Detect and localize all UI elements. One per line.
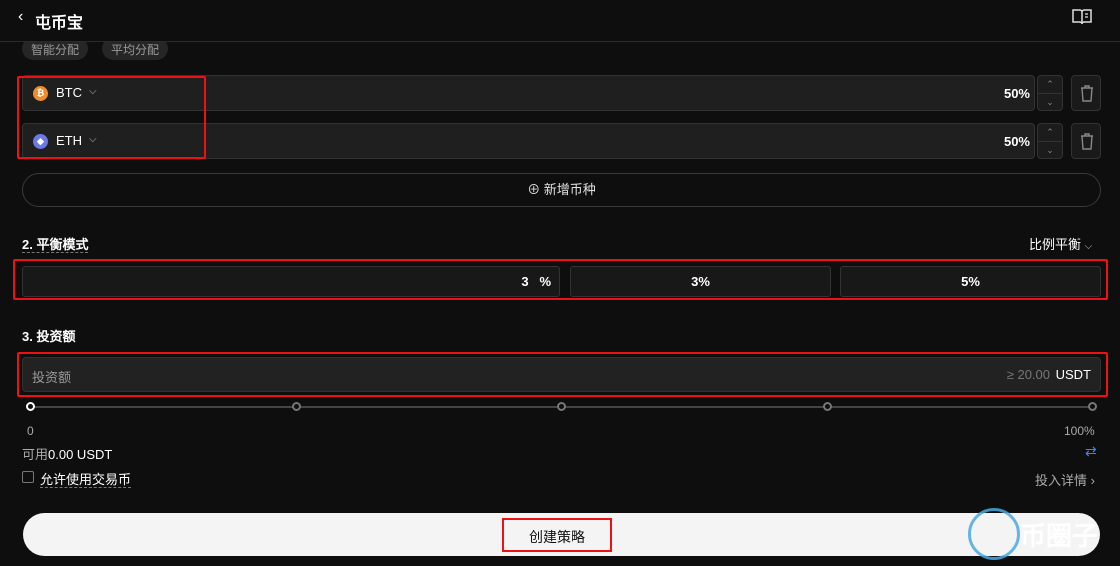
coin-select-eth[interactable]: ETH: [56, 133, 82, 148]
chevron-down-icon[interactable]: ⌵: [89, 134, 97, 145]
allow-trading-coins-checkbox[interactable]: [22, 471, 34, 483]
balance-mode-select[interactable]: 比例平衡 ⌵: [1029, 234, 1092, 253]
chevron-up-icon[interactable]: ⌃: [1038, 124, 1062, 142]
slider-min-label: 0: [27, 424, 34, 438]
coin-percent-input[interactable]: 50%: [1004, 86, 1030, 101]
watermark-text: 币圈子: [1020, 521, 1099, 551]
chevron-down-icon: ⌵: [1084, 241, 1093, 252]
chevron-left-icon[interactable]: ‹: [18, 8, 23, 26]
allow-trading-coins-label: 允许使用交易币: [40, 472, 132, 488]
available-balance: 可用0.00 USDT: [22, 447, 113, 462]
create-strategy-button[interactable]: 创建策略: [502, 518, 612, 552]
currency-label: USDT: [1055, 367, 1091, 382]
section-investment: 3. 投资额: [22, 329, 76, 344]
min-hint: ≥ 20.00: [1006, 367, 1050, 382]
coin-percent-input[interactable]: 50%: [1004, 134, 1030, 149]
slider-mark[interactable]: [557, 402, 566, 411]
coin-row-btc[interactable]: ₿ BTC ⌵ 50%: [22, 75, 1035, 111]
book-icon[interactable]: [1072, 8, 1092, 26]
page-title: 屯币宝: [35, 15, 84, 32]
trash-icon: [1081, 85, 1093, 102]
investment-details-link[interactable]: 投入详情 ›: [1035, 470, 1095, 489]
watermark-logo-icon: [968, 508, 1020, 560]
chevron-down-icon[interactable]: ⌄: [1038, 142, 1062, 159]
delete-coin-button[interactable]: [1071, 123, 1101, 159]
balance-threshold-input[interactable]: 3 %: [22, 266, 560, 297]
preset-3-percent[interactable]: 3%: [570, 266, 831, 297]
delete-coin-button[interactable]: [1071, 75, 1101, 111]
chevron-up-icon[interactable]: ⌃: [1038, 76, 1062, 94]
trash-icon: [1081, 133, 1093, 150]
chevron-down-icon[interactable]: ⌵: [89, 86, 97, 97]
slider-mark[interactable]: [823, 402, 832, 411]
preset-5-percent[interactable]: 5%: [840, 266, 1101, 297]
slider-max-label: 100%: [1064, 424, 1095, 438]
btc-icon: ₿: [33, 86, 48, 101]
coin-select-btc[interactable]: BTC: [56, 85, 82, 100]
swap-icon[interactable]: ⇄: [1085, 443, 1097, 460]
section-balance-mode: 2. 平衡模式: [22, 237, 89, 253]
slider-handle[interactable]: [26, 402, 35, 411]
percent-stepper[interactable]: ⌃ ⌄: [1037, 123, 1063, 159]
coin-row-eth[interactable]: ◆ ETH ⌵ 50%: [22, 123, 1035, 159]
investment-placeholder: 投资额: [32, 370, 72, 385]
slider-mark[interactable]: [1088, 402, 1097, 411]
investment-input[interactable]: 投资额 ≥ 20.00 USDT: [22, 357, 1101, 392]
slider-mark[interactable]: [292, 402, 301, 411]
add-coin-button[interactable]: ⊕ 新增币种: [22, 173, 1101, 207]
eth-icon: ◆: [33, 134, 48, 149]
chevron-right-icon: ›: [1090, 473, 1095, 488]
percent-stepper[interactable]: ⌃ ⌄: [1037, 75, 1063, 111]
chevron-down-icon[interactable]: ⌄: [1038, 94, 1062, 111]
